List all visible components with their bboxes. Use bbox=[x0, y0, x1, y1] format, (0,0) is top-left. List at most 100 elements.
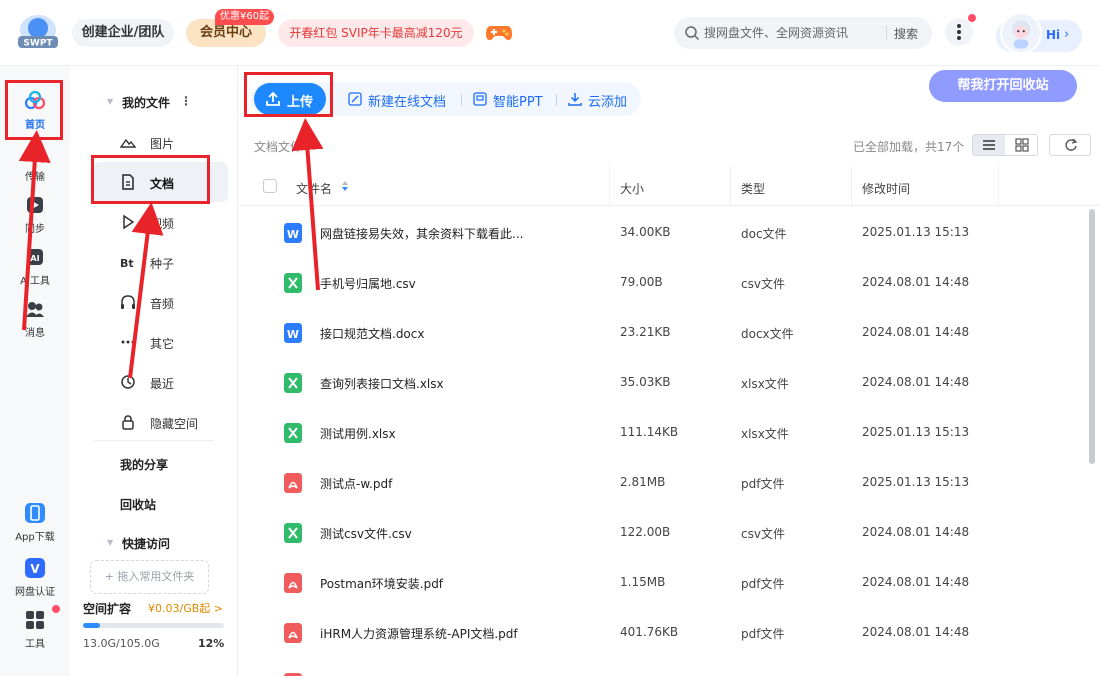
create-enterprise-button[interactable]: 创建企业/团队 bbox=[72, 19, 174, 47]
message-icon bbox=[26, 302, 44, 317]
table-row[interactable] bbox=[239, 657, 1089, 676]
greeting-text: Hi bbox=[1046, 28, 1061, 42]
avatar bbox=[1000, 12, 1042, 54]
user-profile-button[interactable]: Hi › bbox=[996, 12, 1082, 54]
word-file-icon: W bbox=[284, 223, 302, 243]
more-dot-icon bbox=[957, 30, 961, 34]
cloud-add-label: 云添加 bbox=[588, 95, 628, 110]
sidebar-item-label: 种子 bbox=[150, 257, 175, 271]
breadcrumb[interactable]: 文档文件 bbox=[254, 138, 302, 155]
sidebar-item-others[interactable]: 其它 bbox=[94, 322, 228, 362]
search-button[interactable]: 搜索 bbox=[894, 25, 918, 42]
file-name[interactable]: 网盘链接易失效，其余资料下载看此... bbox=[320, 225, 523, 242]
tools-notification-dot bbox=[52, 605, 60, 613]
table-row[interactable]: 测试csv文件.csv 122.00B csv文件 2024.08.01 14:48 bbox=[239, 507, 1089, 557]
excel-file-icon bbox=[284, 523, 302, 543]
file-modified-time: 2024.08.01 14:48 bbox=[862, 625, 970, 639]
rail-label: 网盘认证 bbox=[15, 587, 55, 598]
column-header-name[interactable]: 文件名 bbox=[296, 180, 332, 197]
file-name[interactable]: 测试用例.xlsx bbox=[320, 425, 396, 442]
table-row[interactable]: W 网盘链接易失效，其余资料下载看此... 34.00KB doc文件 2025.01.… bbox=[239, 207, 1089, 257]
table-row[interactable]: 查询列表接口文档.xlsx 35.03KB xlsx文件 2024.08.01 14:… bbox=[239, 357, 1089, 407]
file-name[interactable]: iHRM人力资源管理系统-API文档.pdf bbox=[320, 625, 518, 642]
sidebar-item-label: 音频 bbox=[150, 297, 175, 311]
table-row[interactable]: iHRM人力资源管理系统-API文档.pdf 401.76KB pdf文件 2024.… bbox=[239, 607, 1089, 657]
table-row[interactable]: 手机号归属地.csv 79.00B csv文件 2024.08.01 14:48 bbox=[239, 257, 1089, 307]
table-row[interactable]: 测试点-w.pdf 2.81MB pdf文件 2025.01.13 15:13 bbox=[239, 457, 1089, 507]
file-modified-time: 2024.08.01 14:48 bbox=[862, 525, 970, 539]
my-files-heading[interactable]: 我的文件 bbox=[122, 94, 170, 111]
file-size: 1.15MB bbox=[620, 575, 666, 589]
column-header-type[interactable]: 类型 bbox=[741, 180, 765, 197]
table-row[interactable]: 测试用例.xlsx 111.14KB xlsx文件 2025.01.13 15:13 bbox=[239, 407, 1089, 457]
my-share-link[interactable]: 我的分享 bbox=[120, 456, 168, 473]
file-table-header: 文件名 大小 类型 修改时间 bbox=[239, 166, 1100, 206]
recycle-bin-link[interactable]: 回收站 bbox=[120, 496, 156, 513]
rail-item-sync[interactable]: 同步 bbox=[0, 188, 70, 240]
vip-discount-badge: 优惠¥60起 bbox=[215, 9, 275, 25]
rail-item-verify[interactable]: V 网盘认证 bbox=[0, 551, 70, 603]
sidebar-item-videos[interactable]: 视频 bbox=[94, 202, 228, 242]
column-header-modified[interactable]: 修改时间 bbox=[862, 180, 910, 197]
main-content: 上传 新建在线文档 智能PPT 云添加 帮我打开回收站 文档文件 已全部加载，共… bbox=[239, 66, 1100, 676]
table-row[interactable]: Postman环境安装.pdf 1.15MB pdf文件 2024.08.01 14:… bbox=[239, 557, 1089, 607]
sort-icon[interactable] bbox=[341, 180, 349, 192]
file-name[interactable]: 接口规范文档.docx bbox=[320, 325, 424, 342]
list-view-button[interactable] bbox=[973, 135, 1005, 155]
refresh-button[interactable] bbox=[1049, 134, 1091, 156]
more-menu-button[interactable] bbox=[945, 18, 973, 46]
file-name[interactable]: 测试csv文件.csv bbox=[320, 525, 412, 542]
file-list: W 网盘链接易失效，其余资料下载看此... 34.00KB doc文件 2025.01.… bbox=[239, 207, 1089, 676]
search-input[interactable] bbox=[704, 23, 874, 43]
column-separator bbox=[730, 166, 731, 206]
file-modified-time: 2024.08.01 14:48 bbox=[862, 375, 970, 389]
column-separator bbox=[851, 166, 852, 206]
app-logo[interactable]: SWPT bbox=[14, 12, 62, 52]
quick-access-heading[interactable]: 快捷访问 bbox=[122, 535, 170, 552]
space-expand-title[interactable]: 空间扩容 bbox=[83, 600, 131, 617]
sidebar-item-torrents[interactable]: Bt 种子 bbox=[94, 242, 228, 282]
transfer-icon bbox=[27, 145, 43, 161]
column-header-size[interactable]: 大小 bbox=[620, 180, 644, 197]
sidebar-item-audio[interactable]: 音频 bbox=[94, 282, 228, 322]
rail-item-transfer[interactable]: 传输 bbox=[0, 136, 70, 188]
sidebar-item-label: 其它 bbox=[150, 337, 175, 351]
file-size: 2.81MB bbox=[620, 475, 666, 489]
clock-icon bbox=[121, 375, 135, 389]
file-name[interactable]: Postman环境安装.pdf bbox=[320, 575, 443, 592]
open-recycle-bin-button[interactable]: 帮我打开回收站 bbox=[929, 70, 1077, 102]
quick-access-drop-zone[interactable]: + 拖入常用文件夹 bbox=[90, 560, 209, 594]
storage-percent-text: 12% bbox=[198, 637, 225, 650]
file-name[interactable]: 手机号归属地.csv bbox=[320, 275, 416, 292]
file-type: doc文件 bbox=[741, 227, 787, 241]
file-name[interactable]: 查询列表接口文档.xlsx bbox=[320, 375, 444, 392]
refresh-icon bbox=[1065, 138, 1078, 151]
vertical-scrollbar[interactable] bbox=[1089, 209, 1095, 464]
collapse-triangle-icon[interactable]: ▼ bbox=[107, 97, 113, 106]
game-controller-icon[interactable] bbox=[485, 20, 513, 44]
rail-item-app-download[interactable]: App下载 bbox=[0, 496, 70, 548]
sidebar-item-hidden-space[interactable]: 隐藏空间 bbox=[94, 402, 228, 442]
file-type: csv文件 bbox=[741, 277, 785, 291]
grid-view-button[interactable] bbox=[1006, 135, 1038, 155]
file-name[interactable]: 测试点-w.pdf bbox=[320, 475, 392, 492]
svg-text:W: W bbox=[287, 228, 299, 241]
collapse-triangle-icon[interactable]: ▼ bbox=[107, 538, 113, 547]
file-size: 79.00B bbox=[620, 275, 663, 289]
svg-text:Bt: Bt bbox=[120, 257, 134, 270]
sidebar-item-recent[interactable]: 最近 bbox=[94, 362, 228, 402]
rail-item-message[interactable]: 消息 bbox=[0, 292, 70, 344]
video-icon bbox=[123, 214, 135, 230]
rail-label: 同步 bbox=[25, 224, 45, 235]
promo-banner[interactable]: 开春红包 SVIP年卡最高减120元 bbox=[278, 19, 474, 47]
file-type: csv文件 bbox=[741, 527, 785, 541]
select-all-checkbox[interactable] bbox=[263, 179, 277, 193]
table-row[interactable]: W 接口规范文档.docx 23.21KB docx文件 2024.08.01 14:4… bbox=[239, 307, 1089, 357]
kebab-menu-icon[interactable]: ⋮ bbox=[180, 94, 192, 108]
space-price-link[interactable]: ¥0.03/GB起 > bbox=[148, 600, 223, 616]
rail-item-ai-tool[interactable]: AI AI工具 bbox=[0, 240, 70, 292]
more-icon bbox=[121, 340, 135, 344]
sync-icon bbox=[27, 197, 43, 213]
list-view-icon bbox=[983, 140, 995, 150]
sidebar-divider bbox=[94, 440, 214, 441]
